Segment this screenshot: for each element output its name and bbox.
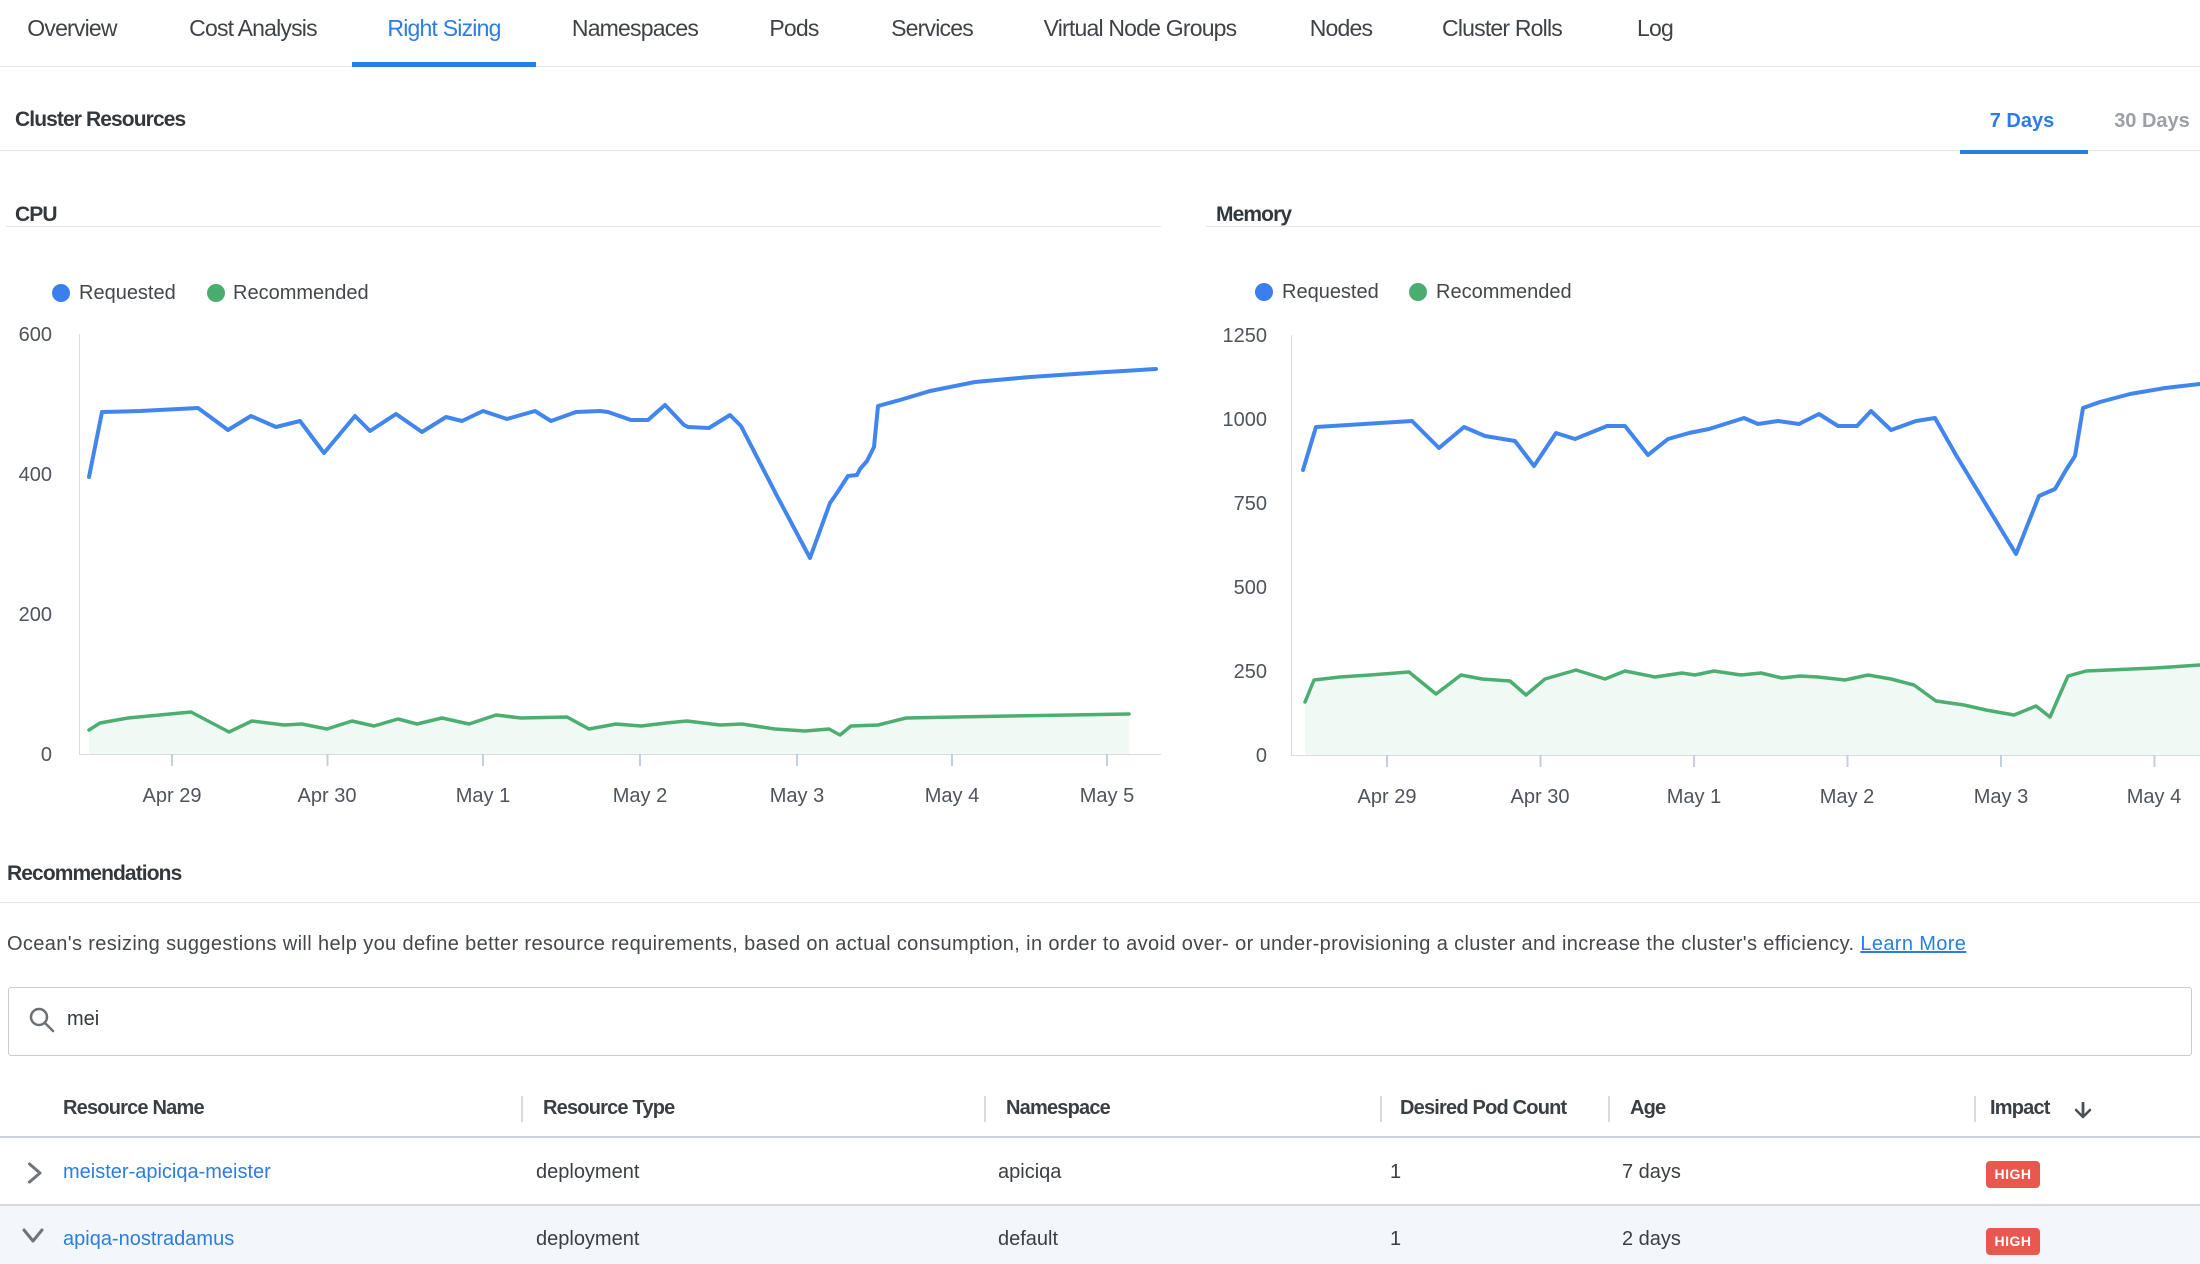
svg-text:Apr 30: Apr 30 [298,785,357,807]
svg-text:400: 400 [19,464,52,486]
svg-text:750: 750 [1234,493,1267,515]
svg-text:May 4: May 4 [925,785,979,807]
svg-text:Apr 29: Apr 29 [1358,786,1417,808]
svg-text:0: 0 [1256,745,1267,767]
svg-text:May 1: May 1 [456,785,510,807]
svg-text:600: 600 [19,324,52,346]
svg-text:0: 0 [41,744,52,766]
svg-text:May 1: May 1 [1667,786,1721,808]
svg-text:200: 200 [19,604,52,626]
svg-text:1000: 1000 [1223,409,1268,431]
svg-text:Apr 30: Apr 30 [1511,786,1570,808]
svg-text:1250: 1250 [1223,325,1268,347]
svg-text:May 3: May 3 [770,785,824,807]
svg-text:Apr 29: Apr 29 [143,785,202,807]
svg-text:May 5: May 5 [1080,785,1134,807]
svg-text:May 2: May 2 [613,785,667,807]
svg-text:May 4: May 4 [2127,786,2181,808]
svg-text:500: 500 [1234,577,1267,599]
svg-text:May 2: May 2 [1820,786,1874,808]
svg-text:May 3: May 3 [1974,786,2028,808]
svg-text:250: 250 [1234,661,1267,683]
